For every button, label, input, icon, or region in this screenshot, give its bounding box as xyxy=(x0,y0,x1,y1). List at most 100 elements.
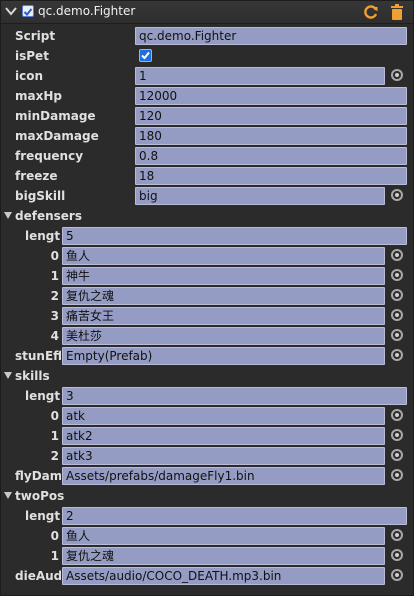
object-picker-icon[interactable] xyxy=(391,469,403,481)
frequency-field[interactable]: 0.8 xyxy=(135,147,407,165)
checkmark-icon xyxy=(23,8,33,16)
row-defensers-length: length 5 xyxy=(1,226,413,246)
expand-arrow-icon[interactable] xyxy=(4,372,12,379)
row-fly-damage: flyDama Assets/prefabs/damageFly1.bin xyxy=(1,466,413,486)
twopos-length-label: length xyxy=(25,509,61,523)
element-field[interactable]: 鱼人 xyxy=(62,527,385,545)
element-field[interactable]: atk xyxy=(62,407,385,425)
die-audio-label: dieAudi xyxy=(15,569,61,583)
row-script: Script qc.demo.Fighter xyxy=(1,26,413,46)
bigskill-label: bigSkill xyxy=(15,189,66,203)
mindamage-label: minDamage xyxy=(15,109,96,123)
skills-length-field[interactable]: 3 xyxy=(62,387,407,405)
row-frequency: frequency 0.8 xyxy=(1,146,413,166)
icon-field[interactable]: 1 xyxy=(135,67,385,85)
maxdamage-label: maxDamage xyxy=(15,129,99,143)
element-field[interactable]: 痛苦女王 xyxy=(62,307,385,325)
element-index: 4 xyxy=(50,329,59,343)
twopos-element: 1 复仇之魂 xyxy=(1,546,413,566)
maxdamage-field[interactable]: 180 xyxy=(135,127,407,145)
delete-icon[interactable] xyxy=(390,4,404,20)
element-index: 1 xyxy=(50,269,59,283)
element-index: 2 xyxy=(50,449,59,463)
defensers-element: 3 痛苦女王 xyxy=(1,306,413,326)
refresh-icon[interactable] xyxy=(363,4,379,20)
fly-damage-label: flyDama xyxy=(15,469,61,483)
defensers-element: 4 美杜莎 xyxy=(1,326,413,346)
defensers-element: 0 鱼人 xyxy=(1,246,413,266)
freeze-field[interactable]: 18 xyxy=(135,167,407,185)
row-maxdamage: maxDamage 180 xyxy=(1,126,413,146)
fly-damage-field[interactable]: Assets/prefabs/damageFly1.bin xyxy=(62,467,385,485)
object-picker-icon[interactable] xyxy=(391,189,403,201)
element-index: 0 xyxy=(50,409,59,423)
object-picker-icon[interactable] xyxy=(391,409,403,421)
bigskill-field[interactable]: big xyxy=(135,187,385,205)
defensers-length-field[interactable]: 5 xyxy=(62,227,407,245)
script-label: Script xyxy=(15,29,56,43)
element-field[interactable]: 美杜莎 xyxy=(62,327,385,345)
mindamage-field[interactable]: 120 xyxy=(135,107,407,125)
object-picker-icon[interactable] xyxy=(391,249,403,261)
row-freeze: freeze 18 xyxy=(1,166,413,186)
element-field[interactable]: 神牛 xyxy=(62,267,385,285)
element-field[interactable]: atk2 xyxy=(62,427,385,445)
row-skills[interactable]: skills xyxy=(1,366,413,386)
row-mindamage: minDamage 120 xyxy=(1,106,413,126)
defensers-label: defensers xyxy=(15,209,82,223)
element-index: 1 xyxy=(50,429,59,443)
element-field[interactable]: 复仇之魂 xyxy=(62,547,385,565)
element-field[interactable]: 复仇之魂 xyxy=(62,287,385,305)
element-index: 2 xyxy=(50,289,59,303)
inspector-panel: qc.demo.Fighter Script qc.demo.Fighter i… xyxy=(0,0,414,596)
ispet-checkbox[interactable] xyxy=(139,49,152,62)
object-picker-icon[interactable] xyxy=(391,269,403,281)
row-maxhp: maxHp 12000 xyxy=(1,86,413,106)
expand-arrow-icon[interactable] xyxy=(4,492,12,499)
stun-effect-field[interactable]: Empty(Prefab) xyxy=(62,347,385,365)
object-picker-icon[interactable] xyxy=(391,449,403,461)
defensers-length-label: length xyxy=(25,229,61,243)
row-die-audio: dieAudi Assets/audio/COCO_DEATH.mp3.bin xyxy=(1,566,413,586)
element-index: 3 xyxy=(50,309,59,323)
object-picker-icon[interactable] xyxy=(391,349,403,361)
maxhp-label: maxHp xyxy=(15,89,62,103)
element-field[interactable]: 鱼人 xyxy=(62,247,385,265)
element-index: 0 xyxy=(50,249,59,263)
die-audio-field[interactable]: Assets/audio/COCO_DEATH.mp3.bin xyxy=(62,567,385,585)
object-picker-icon[interactable] xyxy=(391,309,403,321)
ispet-label: isPet xyxy=(15,49,49,63)
element-field[interactable]: atk3 xyxy=(62,447,385,465)
object-picker-icon[interactable] xyxy=(391,529,403,541)
row-defensers[interactable]: defensers xyxy=(1,206,413,226)
component-title: qc.demo.Fighter xyxy=(38,4,136,18)
maxhp-field[interactable]: 12000 xyxy=(135,87,407,105)
skills-label: skills xyxy=(15,369,50,383)
icon-label: icon xyxy=(15,69,44,83)
row-twopos[interactable]: twoPos xyxy=(1,486,413,506)
frequency-label: frequency xyxy=(15,149,84,163)
freeze-label: freeze xyxy=(15,169,58,183)
expand-arrow-icon[interactable] xyxy=(4,212,12,219)
object-picker-icon[interactable] xyxy=(391,569,403,581)
row-twopos-length: length 2 xyxy=(1,506,413,526)
row-bigskill: bigSkill big xyxy=(1,186,413,206)
object-picker-icon[interactable] xyxy=(391,549,403,561)
object-picker-icon[interactable] xyxy=(391,429,403,441)
collapse-arrow-icon[interactable] xyxy=(5,5,17,17)
element-index: 1 xyxy=(50,549,59,563)
skills-element: 0 atk xyxy=(1,406,413,426)
defensers-element: 1 神牛 xyxy=(1,266,413,286)
twopos-length-field[interactable]: 2 xyxy=(62,507,407,525)
object-picker-icon[interactable] xyxy=(391,329,403,341)
defensers-element: 2 复仇之魂 xyxy=(1,286,413,306)
twopos-element: 0 鱼人 xyxy=(1,526,413,546)
twopos-label: twoPos xyxy=(15,489,65,503)
script-field[interactable]: qc.demo.Fighter xyxy=(135,27,407,45)
component-enabled-checkbox[interactable] xyxy=(22,5,34,17)
skills-length-label: length xyxy=(25,389,61,403)
object-picker-icon[interactable] xyxy=(391,69,403,81)
stun-effect-label: stunEffe xyxy=(15,349,61,363)
element-index: 0 xyxy=(50,529,59,543)
object-picker-icon[interactable] xyxy=(391,289,403,301)
